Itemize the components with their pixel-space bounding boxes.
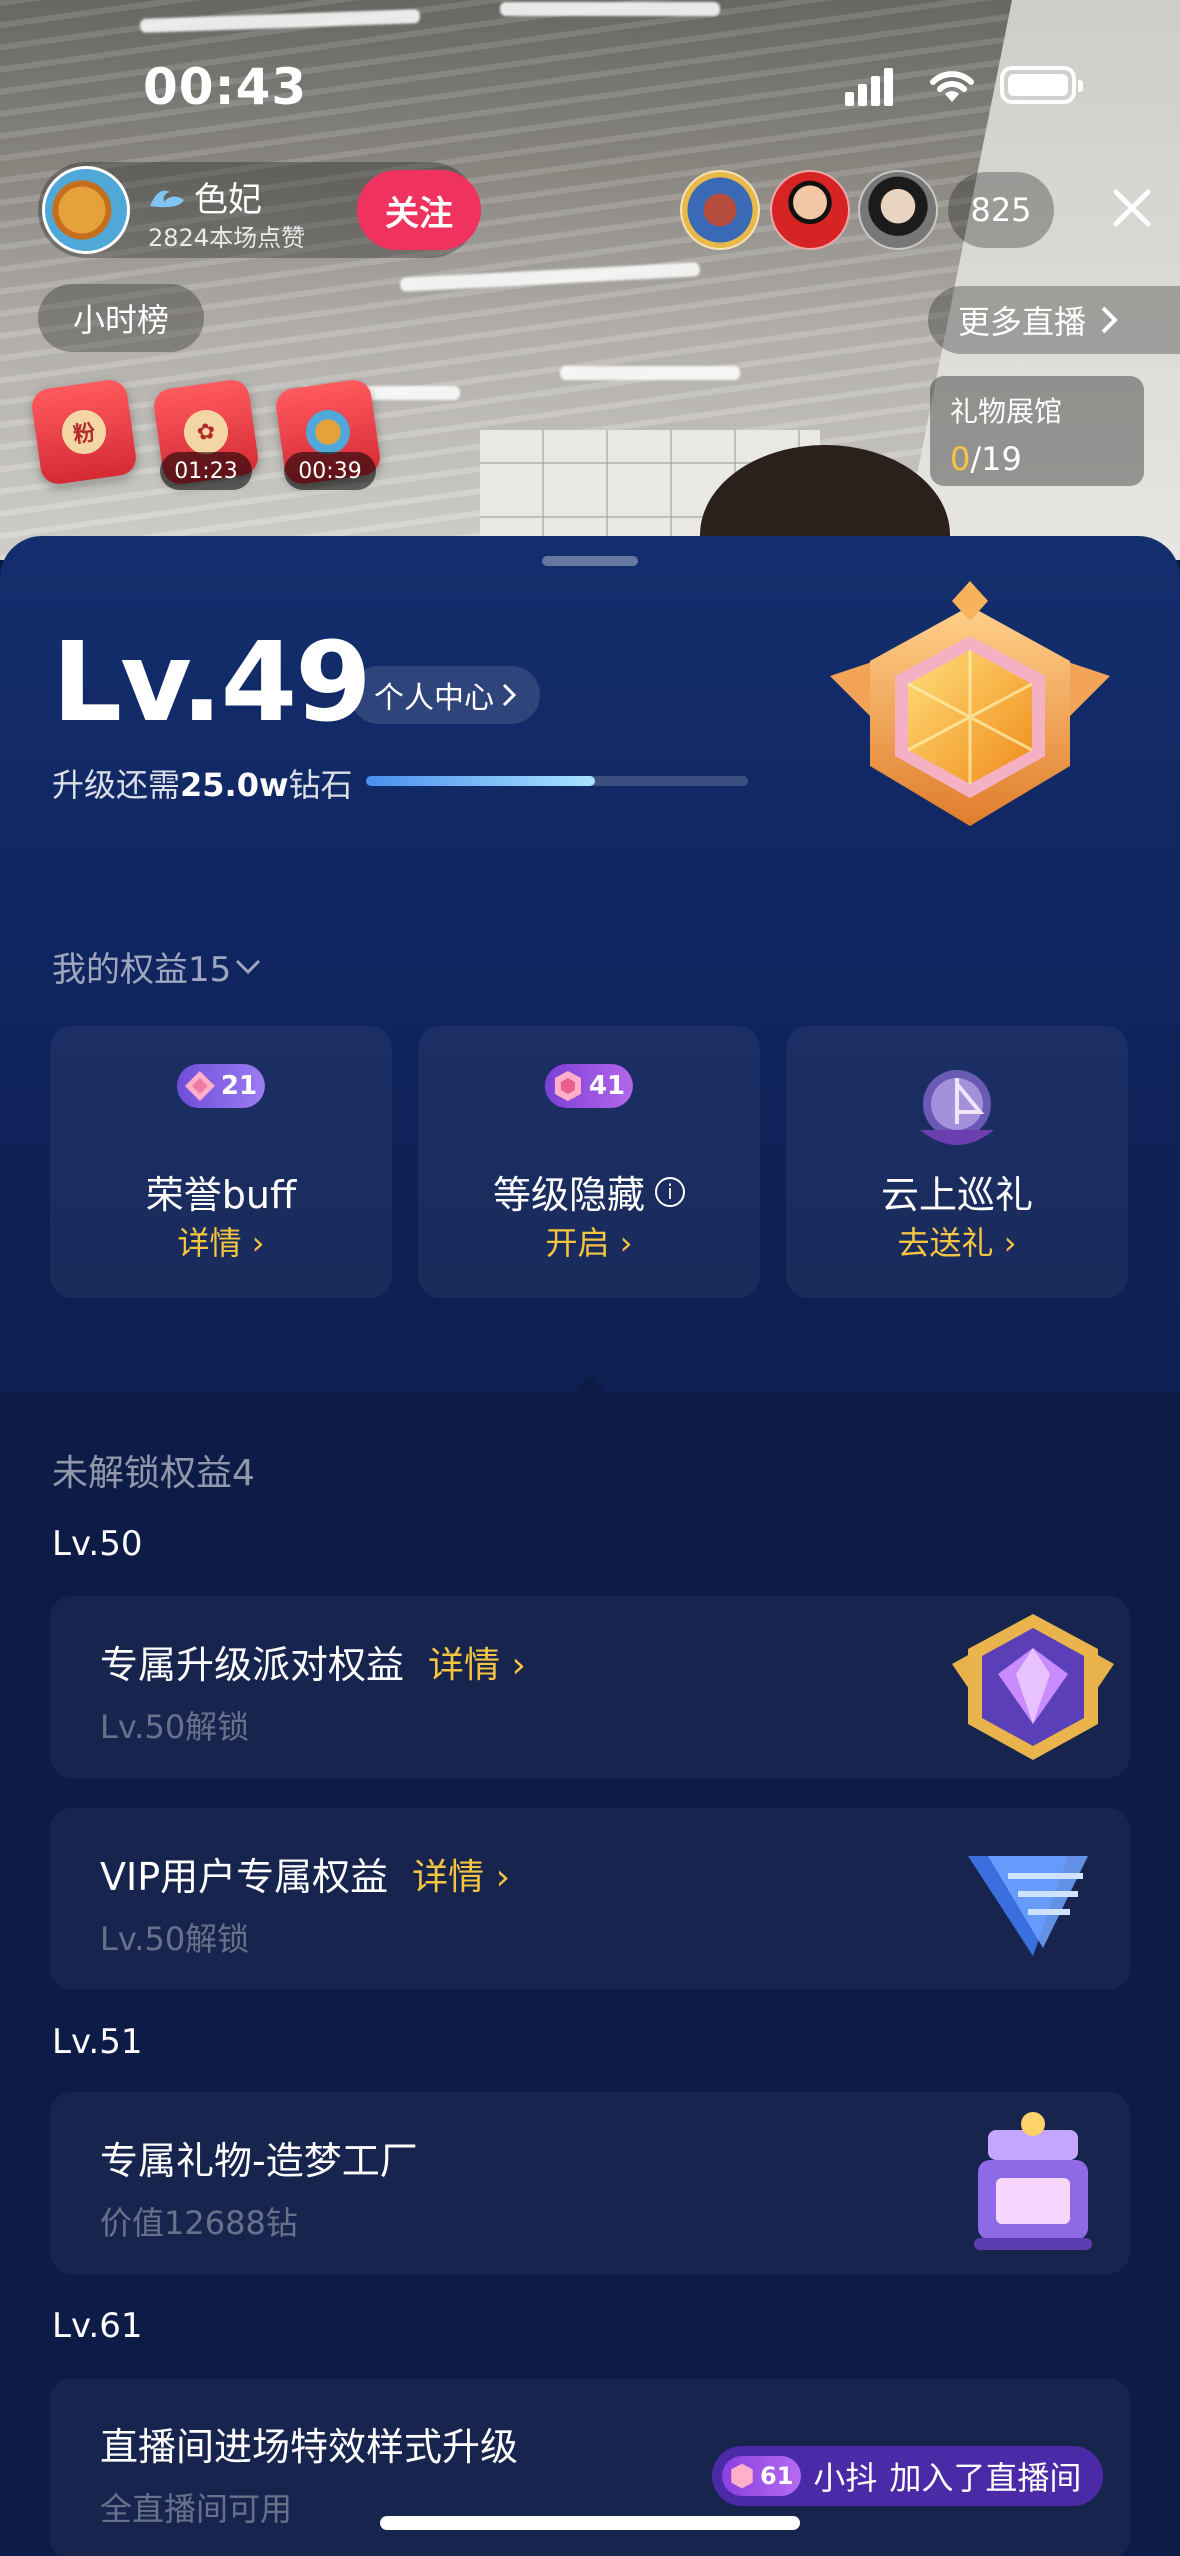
more-live-button[interactable]: 更多直播 xyxy=(928,286,1180,354)
level-chip-icon: 41 xyxy=(544,1064,634,1108)
close-icon[interactable] xyxy=(1108,184,1156,232)
benefit-card-honor-buff[interactable]: 21 荣誉buff 详情 › xyxy=(50,1026,392,1298)
locked-card-title: 直播间进场特效样式升级 xyxy=(100,2425,519,2469)
locked-card-title: 专属礼物-造梦工厂 xyxy=(100,2139,418,2183)
personal-center-label: 个人中心 xyxy=(374,681,494,716)
benefit-card-level-hide[interactable]: 41 等级隐藏 i 开启 › xyxy=(418,1026,760,1298)
locked-card-title: VIP用户专属权益 xyxy=(100,1855,389,1899)
viewer-count[interactable]: 825 xyxy=(948,172,1054,248)
benefit-link-detail[interactable]: 详情 › xyxy=(50,1218,392,1264)
gift-hall-progress: 0/19 xyxy=(950,440,1022,478)
red-packet-timer: 01:23 xyxy=(160,452,252,490)
benefit-title: 荣誉buff xyxy=(145,1173,297,1217)
locked-card-dream-factory[interactable]: 专属礼物-造梦工厂 价值12688钻 xyxy=(50,2092,1130,2274)
viewer-avatar[interactable] xyxy=(680,170,760,250)
chevron-down-icon xyxy=(236,959,261,974)
battery-icon xyxy=(1000,66,1083,104)
viewer-avatar[interactable] xyxy=(858,170,938,250)
level-sheet: Lv.49 个人中心 升级还需25.0w钻石 我的权益15 21 荣誉buff … xyxy=(0,536,1180,2556)
detail-link[interactable]: 详情 › xyxy=(412,1848,510,1900)
join-message: 加入了直播间 xyxy=(889,2459,1082,2497)
locked-rights-header: 未解锁权益4 xyxy=(52,1453,255,1494)
level-chip-icon: 21 xyxy=(176,1064,266,1108)
host-likes: 2824本场点赞 xyxy=(148,224,306,252)
host-avatar[interactable] xyxy=(42,166,130,254)
host-name: 色妃 xyxy=(194,180,262,220)
gift-hall-button[interactable]: 礼物展馆 0/19 xyxy=(930,376,1144,486)
my-rights-header[interactable]: 我的权益15 xyxy=(52,942,261,991)
locked-card-vip[interactable]: VIP用户专属权益 详情 › Lv.50解锁 xyxy=(50,1808,1130,1990)
gift-factory-icon xyxy=(974,2112,1092,2250)
locked-level-label: Lv.61 xyxy=(52,2306,143,2346)
benefit-link-send-gift[interactable]: 去送礼 › xyxy=(786,1218,1128,1264)
more-live-label: 更多直播 xyxy=(958,303,1087,341)
home-indicator[interactable] xyxy=(380,2516,800,2530)
detail-link[interactable]: 详情 › xyxy=(428,1636,526,1688)
locked-card-subtitle: 价值12688钻 xyxy=(100,2204,298,2242)
chevron-right-icon xyxy=(502,683,516,707)
follow-button[interactable]: 关注 xyxy=(357,170,481,250)
cloud-ship-icon xyxy=(920,1070,994,1145)
chevron-right-icon xyxy=(1101,306,1118,334)
drag-handle[interactable] xyxy=(542,556,638,566)
benefit-link-enable[interactable]: 开启 › xyxy=(418,1218,760,1264)
red-packet-seal xyxy=(303,407,353,457)
locked-card-subtitle: 全直播间可用 xyxy=(100,2490,293,2528)
red-packet-icon[interactable]: 粉 xyxy=(29,377,139,487)
locked-level-label: Lv.51 xyxy=(52,2022,143,2062)
locked-level-label: Lv.50 xyxy=(52,1524,143,1564)
benefit-title: 云上巡礼 xyxy=(880,1173,1033,1217)
wave-icon xyxy=(150,190,184,207)
level-progress-fill xyxy=(366,776,596,786)
status-bar: 00:43 xyxy=(0,0,1180,170)
join-user: 小抖 xyxy=(813,2459,878,2497)
signal-icon xyxy=(845,66,895,106)
vip-v-icon xyxy=(968,1856,1088,1956)
locked-card-subtitle: Lv.50解锁 xyxy=(100,1920,250,1958)
join-notification: 61 小抖 加入了直播间 xyxy=(712,2446,1104,2506)
viewer-avatar[interactable] xyxy=(770,170,850,250)
status-time: 00:43 xyxy=(143,58,308,116)
diamond-badge-icon xyxy=(952,1614,1114,1760)
locked-card-upgrade-party[interactable]: 专属升级派对权益 详情 › Lv.50解锁 xyxy=(50,1596,1130,1778)
upgrade-requirement: 升级还需25.0w钻石 xyxy=(52,766,353,804)
personal-center-button[interactable]: 个人中心 xyxy=(350,666,540,724)
red-packet-seal: 粉 xyxy=(59,407,109,457)
red-packet-seal: ✿ xyxy=(181,407,231,457)
level-chip-icon: 61 xyxy=(722,2456,802,2496)
benefit-card-cloud-tour[interactable]: 云上巡礼 去送礼 › xyxy=(786,1026,1128,1298)
hourly-rank-button[interactable]: 小时榜 xyxy=(38,284,204,352)
level-title: Lv.49 xyxy=(52,618,372,746)
level-badge-icon xyxy=(830,581,1110,826)
level-progress-bar xyxy=(366,776,748,786)
red-packet-timer: 00:39 xyxy=(284,452,376,490)
gift-hall-title: 礼物展馆 xyxy=(950,395,1063,428)
locked-card-title: 专属升级派对权益 xyxy=(100,1643,405,1687)
benefit-title: 等级隐藏 i xyxy=(418,1164,760,1219)
locked-card-subtitle: Lv.50解锁 xyxy=(100,1708,250,1746)
info-icon[interactable]: i xyxy=(655,1176,685,1207)
wifi-icon xyxy=(930,71,974,102)
